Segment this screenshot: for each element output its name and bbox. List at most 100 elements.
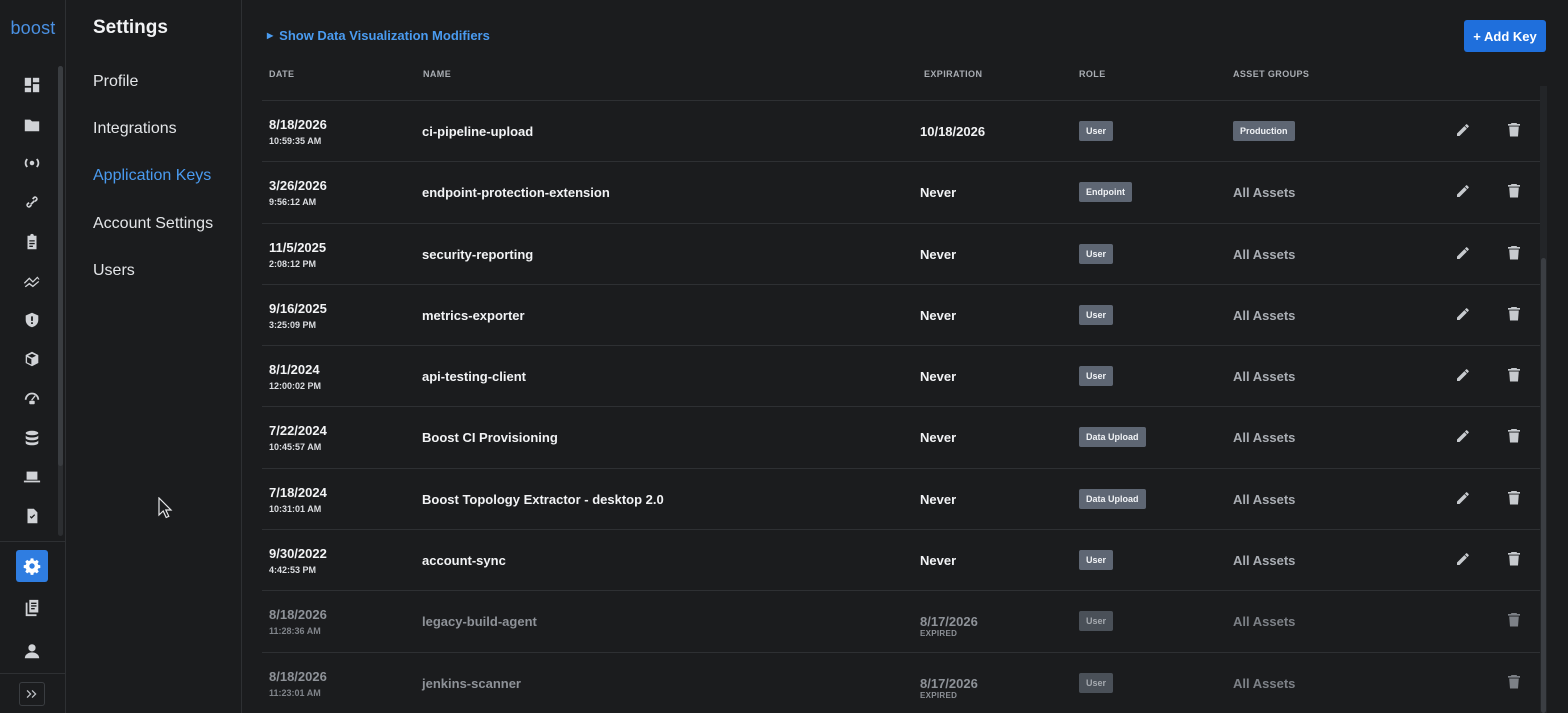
asset-group-text: All Assets [1233,185,1296,201]
row-date: 7/18/2024 [269,484,327,500]
pencil-icon[interactable] [1456,307,1470,321]
expand-icon [26,690,37,698]
table-row[interactable]: 8/18/2026 11:23:01 AM jenkins-scanner 8/17/… [262,651,1540,713]
settings-nav-account-settings[interactable]: Account Settings [93,215,213,233]
table-row[interactable]: 3/26/2026 9:56:12 AM endpoint-protection-e… [262,161,1540,222]
trash-icon[interactable] [1507,306,1521,321]
add-key-button[interactable]: + Add Key [1464,20,1546,52]
checklist-icon[interactable] [16,500,48,532]
asset-group-text: All Assets [1233,307,1296,323]
trash-icon[interactable] [1507,183,1521,198]
database-icon[interactable] [16,422,48,454]
table-scrollbar-thumb[interactable] [1541,258,1546,713]
user-icon[interactable] [16,635,48,667]
asset-group-text: All Assets [1233,246,1296,262]
row-expiration: Never [920,430,957,446]
row-expiration: Never [920,307,957,323]
triangle-right-icon: ▶ [267,31,274,40]
table-row[interactable]: 11/5/2025 2:08:12 PM security-reporting Nev… [262,222,1540,284]
pencil-icon[interactable] [1456,246,1470,260]
trash-icon[interactable] [1507,122,1521,137]
role-badge: User [1079,672,1114,693]
row-time: 10:31:01 AM [269,503,322,514]
table-row[interactable]: 8/1/2024 12:00:02 PM api-testing-client Nev… [262,345,1540,406]
gear-icon[interactable] [16,550,48,582]
row-time: 11:23:01 AM [269,687,321,698]
keys-table-body: 8/18/2026 10:59:35 AM ci-pipeline-upload 10… [262,100,1540,713]
row-time: 10:45:57 AM [269,442,322,453]
expand-sidebar-button[interactable] [19,682,45,706]
column-header-expiration[interactable]: EXPIRATION [924,69,982,79]
pencil-icon[interactable] [1456,184,1470,198]
shield-icon[interactable] [16,304,48,336]
row-expiration: 10/18/2026 [920,124,986,139]
trend-icon[interactable] [16,265,48,297]
rail-scrollbar[interactable] [58,66,63,536]
settings-nav-application-keys[interactable]: Application Keys [93,167,211,185]
table-row[interactable]: 7/22/2024 10:45:57 AM Boost CI Provisionin… [262,406,1540,467]
settings-nav-integrations[interactable]: Integrations [93,120,177,138]
boost-logo[interactable]: boost [0,18,66,39]
app-root: boost Settings Profile Integrations Appl… [0,0,1568,713]
column-header-role[interactable]: ROLE [1079,69,1106,79]
pencil-icon[interactable] [1456,368,1470,382]
clipboard-icon[interactable] [16,226,48,258]
row-date: 9/16/2025 [269,300,327,316]
row-time: 3:25:09 PM [269,319,317,330]
row-date: 7/22/2024 [269,423,327,439]
settings-sidebar: Settings Profile Integrations Applicatio… [67,0,242,713]
trash-icon[interactable] [1507,367,1521,382]
column-header-date[interactable]: DATE [269,69,294,79]
table-row[interactable]: 7/18/2024 10:31:01 AM Boost Topology Extra… [262,467,1540,529]
modifiers-toggle-label: Show Data Visualization Modifiers [279,28,490,43]
trash-icon[interactable] [1507,245,1521,260]
pencil-icon[interactable] [1456,123,1470,137]
row-key-name: security-reporting [422,246,534,262]
settings-nav-profile[interactable]: Profile [93,73,138,91]
trash-icon[interactable] [1507,674,1521,689]
row-expiration: Never [920,553,957,569]
row-date: 8/18/2026 [269,607,327,623]
documents-icon[interactable] [16,592,48,624]
trash-icon[interactable] [1507,551,1521,566]
rail-divider-bottom [0,673,66,674]
pencil-icon[interactable] [1456,552,1470,566]
row-key-name: ci-pipeline-upload [422,124,534,139]
table-row[interactable]: 9/16/2025 3:25:09 PM metrics-exporter Never… [262,283,1540,345]
dashboard-icon[interactable] [16,69,48,101]
row-expired-label: EXPIRED [920,690,958,700]
row-date: 11/5/2025 [269,239,327,255]
pencil-icon[interactable] [1456,491,1470,505]
trash-icon[interactable] [1507,612,1521,627]
trash-icon[interactable] [1507,490,1521,505]
laptop-icon[interactable] [16,461,48,493]
data-visualization-modifiers-toggle[interactable]: ▶ Show Data Visualization Modifiers [267,28,490,43]
package-icon[interactable] [16,343,48,375]
asset-group-text: All Assets [1233,675,1296,691]
pencil-icon[interactable] [1456,429,1470,443]
row-key-name: legacy-build-agent [422,614,537,630]
icon-rail: boost [0,0,66,713]
role-badge: User [1079,611,1114,632]
rail-scrollbar-thumb[interactable] [58,66,63,466]
link-icon[interactable] [16,186,48,218]
broadcast-icon[interactable] [16,147,48,179]
row-date: 9/30/2022 [269,546,327,562]
table-row[interactable]: 8/18/2026 10:59:35 AM ci-pipeline-upload 10… [262,100,1540,161]
table-row[interactable]: 8/18/2026 11:28:36 AM legacy-build-agent 8/… [262,590,1540,651]
column-header-name[interactable]: NAME [423,69,451,79]
row-date: 8/1/2024 [269,362,320,378]
row-expired-label: EXPIRED [920,629,958,639]
row-expiration: Never [920,185,957,201]
trash-icon[interactable] [1507,428,1521,443]
table-row[interactable]: 9/30/2022 4:42:53 PM account-sync Never User… [262,529,1540,590]
column-header-asset-groups[interactable]: ASSET GROUPS [1233,69,1309,79]
table-scrollbar[interactable] [1540,86,1547,713]
row-expiration: 8/17/2026 [920,614,978,630]
settings-nav-users[interactable]: Users [93,262,135,280]
folder-icon[interactable] [16,109,48,141]
gauge-icon[interactable] [16,382,48,414]
role-badge: User [1079,121,1114,141]
row-key-name: metrics-exporter [422,307,525,323]
role-badge: Endpoint [1079,182,1132,203]
